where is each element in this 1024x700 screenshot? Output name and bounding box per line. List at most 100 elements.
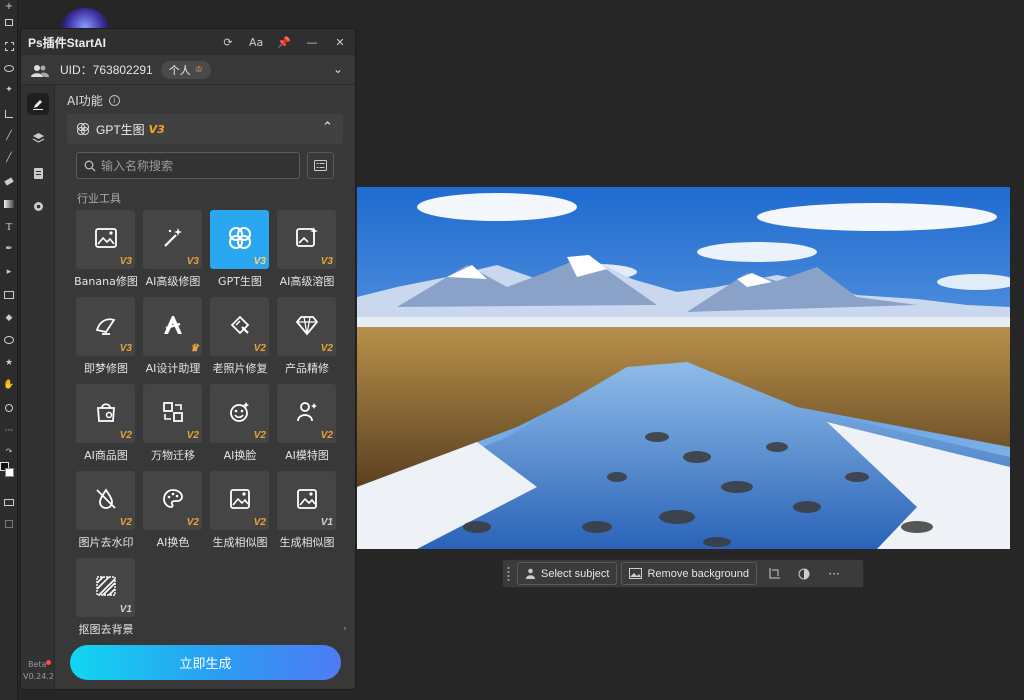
tool-tile[interactable]: V2 [277,297,336,356]
tool-design-assistant[interactable]: ♛ AI设计助理 [143,297,203,377]
screen-mode-icon[interactable] [2,518,16,530]
layers-nav-button[interactable] [27,127,49,149]
tool-version-badge: V2 [119,517,132,528]
tool-tile[interactable]: V3 [277,210,336,269]
crop-icon[interactable] [2,108,16,120]
tool-tile[interactable]: V3 [76,210,135,269]
eraser-icon[interactable] [2,175,16,187]
eyedropper-icon[interactable]: ╱ [2,130,16,142]
tool-tile[interactable]: V1 [277,471,336,530]
tool-label: 万物迁移 [151,449,195,462]
tool-shopping-bag[interactable]: V2 AI商品图 [76,384,136,464]
tool-version-badge: V2 [253,343,266,354]
chevron-up-icon[interactable]: ⌃ [322,120,333,135]
panel-titlebar[interactable]: Ps插件StartAI ⟳ Aa 📌 — ✕ [21,29,355,55]
tool-cutout[interactable]: V1 抠图去背景 [76,558,136,638]
tool-diamond[interactable]: V2 产品精修 [277,297,337,377]
photo-repair-icon [228,313,252,341]
uid-label: UID：763802291 [60,63,153,77]
image-icon [629,568,643,579]
marquee-icon[interactable] [2,40,16,52]
rectangle-icon[interactable] [2,289,16,301]
tool-transfer[interactable]: V2 万物迁移 [143,384,203,464]
zoom-icon[interactable] [2,402,16,414]
category-header[interactable]: GPT生图 V3 ⌃ [67,114,343,144]
shopping-bag-icon [94,400,118,428]
remove-background-button[interactable]: Remove background [621,562,757,585]
ellipse-icon[interactable] [2,334,16,346]
tool-tile[interactable]: V2 [210,471,269,530]
tool-tile[interactable]: V2 [143,471,202,530]
more-tools-icon[interactable]: ··· [2,425,16,437]
tool-tile[interactable]: V3 [143,210,202,269]
refresh-icon[interactable]: ⟳ [221,36,235,49]
tool-tile[interactable]: V2 [277,384,336,443]
clipboard-nav-button[interactable] [27,161,49,183]
category-version: V3 [148,122,165,136]
tool-tile[interactable]: ♛ [143,297,202,356]
tool-image-sparkle[interactable]: V3 AI高级溶图 [277,210,337,290]
add-icon[interactable]: + [2,0,16,12]
gradient-icon[interactable] [2,198,16,210]
tool-similar-image[interactable]: V2 生成相似图 [210,471,270,551]
tool-tile[interactable]: V2 [143,384,202,443]
tool-tile[interactable]: V3 [210,210,269,269]
tool-tile[interactable]: V2 [210,384,269,443]
pencil-icon [33,100,43,110]
tool-tile[interactable]: V2 [76,471,135,530]
custom-shape-icon[interactable]: ★ [2,357,16,369]
photoshop-toolbar: + ✦ ╱ ╱ T ✒ ▸ ◆ ★ ✋ ··· ↷ [0,0,18,700]
chevron-down-icon[interactable]: ⌄ [333,62,343,76]
model-icon [295,400,319,428]
tool-magic-wand[interactable]: V3 AI高级修图 [143,210,203,290]
select-subject-button[interactable]: Select subject [517,562,618,585]
pin-icon[interactable]: 📌 [277,36,291,49]
swap-colors-icon[interactable]: ↷ [2,445,16,457]
minimize-icon[interactable]: — [305,36,319,49]
transform-button[interactable] [761,562,787,585]
more-options-button[interactable]: ··· [821,562,847,585]
search-box [76,152,300,179]
tool-image-edit[interactable]: V3 Banana修图 [74,210,138,290]
beta-label: Beta [28,660,52,669]
artboard-icon[interactable] [2,16,16,28]
tool-photo-repair[interactable]: V2 老照片修复 [210,297,270,377]
tool-remove-watermark[interactable]: V2 图片去水印 [76,471,136,551]
tool-face-swap[interactable]: V2 AI换脸 [210,384,270,464]
tool-jimeng[interactable]: V3 即梦修图 [76,297,136,377]
hand-icon[interactable]: ✋ [2,379,16,391]
edit-nav-button[interactable] [27,93,49,115]
font-size-icon[interactable]: Aa [249,36,263,49]
adjustment-button[interactable] [791,562,817,585]
info-icon[interactable]: i [108,95,120,106]
settings-nav-button[interactable] [27,195,49,217]
type-icon[interactable]: T [2,221,16,233]
tool-tile[interactable]: V3 [76,297,135,356]
magic-select-icon[interactable]: ✦ [2,84,16,96]
tool-tile[interactable]: V2 [210,297,269,356]
pen-icon[interactable]: ✒ [2,243,16,255]
move-icon[interactable]: ▸ [2,266,16,278]
tool-model[interactable]: V2 AI模特图 [277,384,337,464]
close-icon[interactable]: ✕ [333,36,347,49]
tool-similar-image[interactable]: V1 生成相似图 [277,471,337,551]
gpt-icon [227,225,253,255]
generate-button[interactable]: 立即生成 [70,645,341,680]
plan-badge[interactable]: 个人 ♔ [160,60,211,79]
search-icon [84,160,96,171]
layers-icon [32,133,44,143]
paint-bucket-icon[interactable]: ◆ [2,312,16,324]
tool-gpt[interactable]: V3 GPT生图 [210,210,270,290]
drag-handle-icon[interactable] [503,560,513,587]
quick-mask-icon[interactable] [2,496,16,508]
lasso-icon[interactable] [2,62,16,74]
brush-icon[interactable]: ╱ [2,152,16,164]
tool-tile[interactable]: V1 [76,558,135,617]
background-color-swatch[interactable] [5,468,14,477]
half-circle-icon [798,568,810,579]
similar-image-icon [295,487,319,515]
list-view-button[interactable] [307,152,334,179]
search-input[interactable] [101,158,291,173]
tool-tile[interactable]: V2 [76,384,135,443]
tool-palette[interactable]: V2 AI换色 [143,471,203,551]
